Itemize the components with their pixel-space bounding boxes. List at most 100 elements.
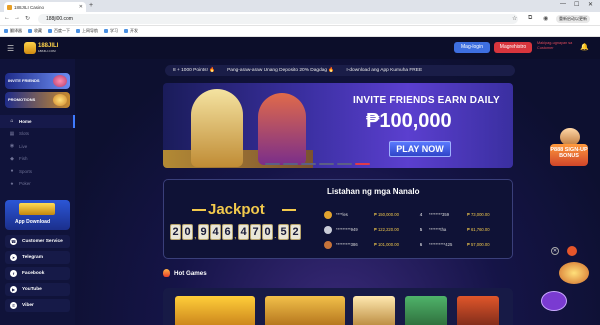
invite-friends-card[interactable]: INVITE FRIENDS bbox=[5, 73, 70, 89]
browser-tab-bar: 188JILI Casino ✕ + — ☐ ✕ bbox=[0, 0, 600, 12]
winner-entry: 4 ********359 ₱ 73,000.00 bbox=[417, 212, 510, 217]
winner-name: ****les bbox=[336, 212, 348, 217]
winner-name: *********386 bbox=[336, 242, 358, 247]
browser-tab[interactable]: 188JILI Casino ✕ bbox=[4, 2, 86, 12]
tab-close-icon[interactable]: ✕ bbox=[79, 4, 83, 10]
jackpot-counter: 20,946,470.52 bbox=[170, 224, 301, 240]
carousel-dot[interactable] bbox=[319, 163, 334, 165]
signup-bonus-promo[interactable]: P888 SIGN-UP BONUS bbox=[548, 128, 590, 170]
announcement-ticker[interactable]: 8 + 1000 Points! 🔥 Pang-araw-araw Unang … bbox=[165, 65, 515, 76]
winner-entry: ****les ₱ 150,000.00 bbox=[324, 210, 417, 219]
viber-button[interactable]: ✆ Viber bbox=[5, 299, 70, 312]
menu-hamburger-icon[interactable]: ☰ bbox=[7, 44, 14, 53]
hero-banner[interactable]: INVITE FRIENDS EARN DAILY ₱100,000 PLAY … bbox=[163, 83, 513, 168]
sidebar-item-live[interactable]: ◉ Live bbox=[0, 140, 75, 153]
main-content: 8 + 1000 Points! 🔥 Pang-araw-araw Unang … bbox=[75, 59, 600, 325]
bookmark-item[interactable]: 翻译器 bbox=[4, 28, 22, 34]
sidebar-item-slots[interactable]: ▦ Slots bbox=[0, 128, 75, 141]
carousel-dot[interactable] bbox=[265, 163, 280, 165]
jackpot-digit: 4 bbox=[238, 224, 249, 240]
app-download-art bbox=[19, 203, 55, 215]
game-tile[interactable] bbox=[353, 296, 395, 325]
bookmark-icon bbox=[104, 29, 108, 33]
fire-icon bbox=[163, 269, 170, 277]
sidebar-item-poker[interactable]: ♠ Poker bbox=[0, 178, 75, 191]
new-tab-icon[interactable]: + bbox=[89, 2, 93, 9]
extensions-icon[interactable]: ⧉ bbox=[528, 15, 532, 22]
jackpot-digit: 2 bbox=[170, 224, 181, 240]
chat-support-icon[interactable] bbox=[541, 291, 567, 311]
bookmark-item[interactable]: 收藏 bbox=[28, 28, 42, 34]
bookmark-item[interactable]: 百度一下 bbox=[48, 28, 70, 34]
jackpot-digit: 5 bbox=[278, 224, 289, 240]
play-now-button[interactable]: PLAY NOW bbox=[389, 141, 451, 157]
back-icon[interactable]: ← bbox=[4, 15, 10, 21]
profile-icon[interactable]: ◉ bbox=[543, 15, 548, 22]
jackpot-digit: 6 bbox=[222, 224, 233, 240]
winner-entry: *********386 ₱ 101,000.00 bbox=[324, 240, 417, 249]
jackpot-digit: 9 bbox=[198, 224, 209, 240]
minimize-icon[interactable]: — bbox=[560, 1, 566, 7]
facebook-icon: f bbox=[10, 270, 17, 277]
sidebar-item-fish[interactable]: ◆ Fish bbox=[0, 153, 75, 166]
winners-list: ****les ₱ 150,000.00 4 ********359 ₱ 73,… bbox=[324, 207, 510, 252]
address-bar-row: ← → ↻ 188jl00.com ☆ ⧉ ◉ 重新启动以更新 bbox=[0, 12, 600, 26]
hot-games-panel bbox=[163, 288, 513, 325]
fish-icon: ◆ bbox=[10, 155, 14, 162]
bookmark-icon bbox=[76, 29, 80, 33]
url-field[interactable]: 188jl00.com bbox=[38, 14, 518, 24]
bookmark-icon bbox=[28, 29, 32, 33]
sidebar-item-home[interactable]: ⌂ Home bbox=[0, 115, 75, 128]
customer-support-link[interactable]: Makipag-ugnayan sa Customer bbox=[537, 41, 575, 50]
logo-subtext: 188JILI.COM bbox=[38, 49, 56, 53]
close-promo-icon[interactable]: ✕ bbox=[551, 247, 559, 255]
social-label: YouTube bbox=[22, 287, 42, 292]
jackpot-digit: 2 bbox=[290, 224, 301, 240]
lucky-wheel-icon[interactable] bbox=[559, 262, 589, 284]
bookmark-item[interactable]: 上网导航 bbox=[76, 28, 98, 34]
facebook-button[interactable]: f Facebook bbox=[5, 267, 70, 280]
winner-rank: 4 bbox=[419, 212, 423, 217]
jackpot-digit: 7 bbox=[250, 224, 261, 240]
jackpot-panel: Jackpot 20,946,470.52 Listahan ng mga Na… bbox=[163, 179, 513, 259]
game-tile[interactable] bbox=[265, 296, 345, 325]
carousel-dot-active[interactable] bbox=[355, 163, 370, 165]
login-button[interactable]: Mag-login bbox=[454, 42, 490, 53]
sidebar: INVITE FRIENDS PROMOTIONS ⌂ Home ▦ Slots… bbox=[0, 59, 75, 325]
sidebar-item-sports[interactable]: ● Sports bbox=[0, 165, 75, 178]
register-button[interactable]: Magrehistro bbox=[494, 42, 532, 53]
jackpot-separator: , bbox=[234, 230, 237, 240]
social-label: Customer Service bbox=[22, 239, 63, 244]
update-button[interactable]: 重新启动以更新 bbox=[556, 15, 590, 23]
winner-medal-icon bbox=[324, 240, 332, 249]
tab-favicon-icon bbox=[7, 4, 12, 10]
flame-icon[interactable] bbox=[567, 246, 577, 256]
bookmark-item[interactable]: 学习 bbox=[104, 28, 118, 34]
bookmark-star-icon[interactable]: ☆ bbox=[512, 15, 517, 22]
forward-icon[interactable]: → bbox=[14, 15, 20, 21]
customer-service-button[interactable]: ☎ Customer Service bbox=[5, 235, 70, 248]
game-tile[interactable] bbox=[457, 296, 499, 325]
carousel-dot[interactable] bbox=[301, 163, 316, 165]
promotions-card[interactable]: PROMOTIONS bbox=[5, 92, 70, 108]
youtube-button[interactable]: ▶ YouTube bbox=[5, 283, 70, 296]
invite-friends-label: INVITE FRIENDS bbox=[8, 78, 40, 83]
telegram-button[interactable]: ➤ Telegram bbox=[5, 251, 70, 264]
winner-rank: 5 bbox=[419, 227, 423, 232]
site-logo[interactable]: 188JILI 188JILI.COM bbox=[24, 40, 68, 56]
app-download-card[interactable]: App Download bbox=[5, 200, 70, 230]
maximize-icon[interactable]: ☐ bbox=[574, 1, 579, 8]
jackpot-dash-left bbox=[192, 209, 206, 211]
notification-bell-icon[interactable]: 🔔 bbox=[580, 43, 589, 51]
carousel-dot[interactable] bbox=[283, 163, 298, 165]
bookmark-item[interactable]: 开发 bbox=[124, 28, 138, 34]
winner-entry: *********949 ₱ 122,220.00 bbox=[324, 225, 417, 234]
reload-icon[interactable]: ↻ bbox=[25, 15, 30, 22]
jackpot-dash-right bbox=[282, 209, 296, 211]
game-tile[interactable] bbox=[405, 296, 447, 325]
carousel-dot[interactable] bbox=[337, 163, 352, 165]
game-tile[interactable] bbox=[175, 296, 255, 325]
winner-rank: 6 bbox=[419, 242, 423, 247]
bookmark-icon bbox=[48, 29, 52, 33]
close-window-icon[interactable]: ✕ bbox=[588, 1, 593, 8]
